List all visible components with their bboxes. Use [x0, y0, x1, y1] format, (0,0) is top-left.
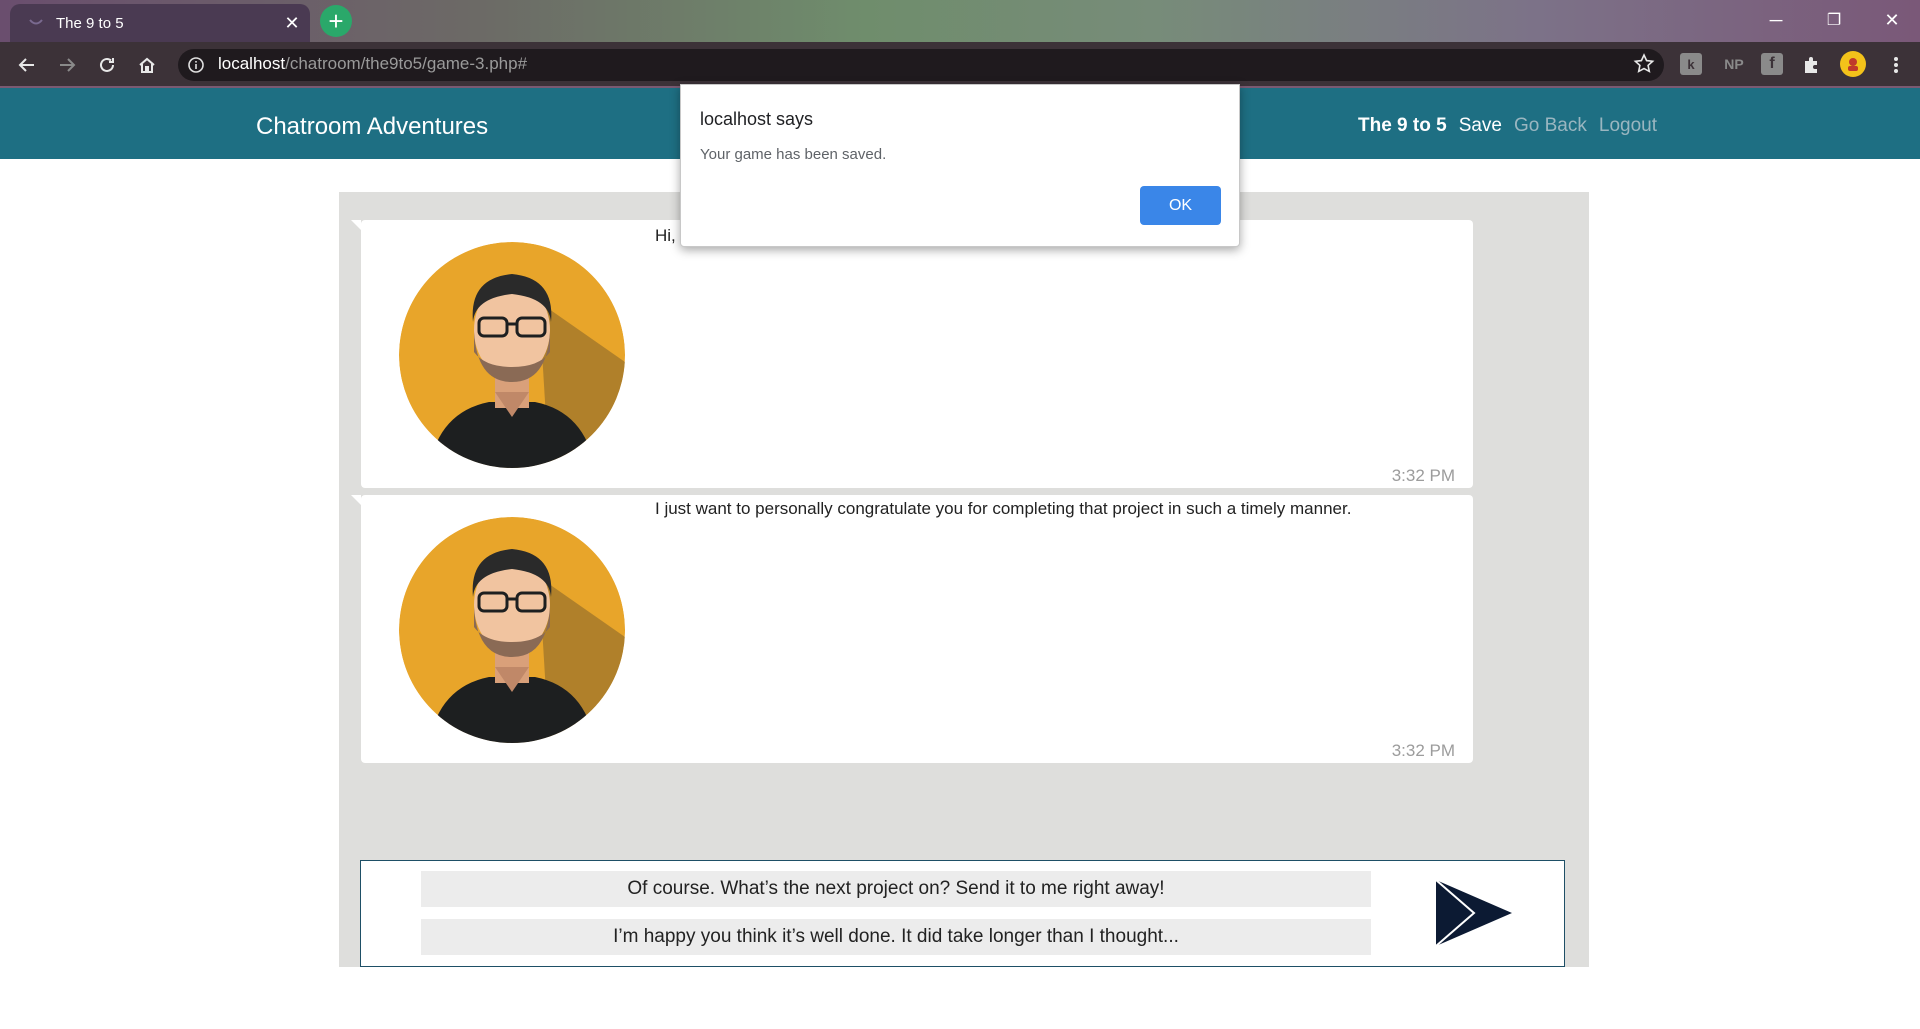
- extension-facebook-icon[interactable]: f: [1761, 53, 1783, 75]
- nav-link-game[interactable]: The 9 to 5: [1358, 115, 1447, 137]
- tab-close-icon[interactable]: ✕: [278, 13, 306, 34]
- dialog-ok-button[interactable]: OK: [1140, 186, 1221, 225]
- tab-title: The 9 to 5: [56, 14, 124, 32]
- message-tail: [351, 220, 361, 230]
- nav-link-save[interactable]: Save: [1459, 115, 1502, 137]
- message-timestamp: 3:32 PM: [1391, 466, 1455, 485]
- reload-icon[interactable]: [91, 49, 123, 81]
- window-close-icon[interactable]: ✕: [1864, 0, 1920, 40]
- dialog-title: localhost says: [700, 109, 814, 129]
- dialog-message: Your game has been saved.: [700, 146, 887, 163]
- minimize-icon[interactable]: ─: [1748, 0, 1804, 40]
- alert-dialog: localhost says Your game has been saved.…: [680, 84, 1240, 247]
- url-text[interactable]: localhost/chatroom/the9to5/game-3.php#: [218, 54, 527, 74]
- extension-np-icon[interactable]: NP: [1720, 53, 1748, 75]
- url-host: localhost: [218, 54, 286, 73]
- home-icon[interactable]: [131, 49, 163, 81]
- bearded-man-avatar-icon: [399, 517, 625, 743]
- reply-option-1[interactable]: Of course. What’s the next project on? S…: [421, 871, 1371, 907]
- send-arrow-icon[interactable]: [1434, 878, 1514, 948]
- message-text: I just want to personally congratulate y…: [655, 499, 1352, 518]
- message-tail: [351, 495, 361, 505]
- extension-k-icon[interactable]: k: [1680, 53, 1702, 75]
- bookmark-star-icon[interactable]: [1632, 52, 1656, 76]
- message-text: Hi,: [655, 226, 676, 245]
- site-info-icon[interactable]: [187, 56, 205, 74]
- browser-menu-icon[interactable]: [1880, 49, 1912, 81]
- reply-box: Of course. What’s the next project on? S…: [360, 860, 1565, 967]
- reply-option-2[interactable]: I’m happy you think it’s well done. It d…: [421, 919, 1371, 955]
- extensions-puzzle-icon[interactable]: [1801, 53, 1823, 75]
- restore-icon[interactable]: ❐: [1806, 0, 1862, 40]
- new-tab-button[interactable]: +: [320, 5, 352, 37]
- browser-tab[interactable]: The 9 to 5 ✕: [10, 4, 310, 42]
- profile-avatar-icon[interactable]: [1840, 51, 1866, 77]
- chat-message: I just want to personally congratulate y…: [351, 495, 1473, 763]
- message-timestamp: 3:32 PM: [1391, 741, 1455, 760]
- site-brand[interactable]: Chatroom Adventures: [256, 113, 488, 141]
- nav-link-go-back[interactable]: Go Back: [1514, 115, 1587, 137]
- nav-link-logout[interactable]: Logout: [1599, 115, 1657, 137]
- chat-message: Hi, 3:32 PM: [351, 220, 1473, 488]
- back-arrow-icon[interactable]: [11, 49, 43, 81]
- forward-arrow-icon[interactable]: [51, 49, 83, 81]
- url-path: /chatroom/the9to5/game-3.php#: [285, 54, 528, 73]
- nav-links: The 9 to 5 Save Go Back Logout: [1358, 115, 1657, 137]
- bearded-man-avatar-icon: [399, 242, 625, 468]
- tab-favicon-icon: [29, 19, 43, 25]
